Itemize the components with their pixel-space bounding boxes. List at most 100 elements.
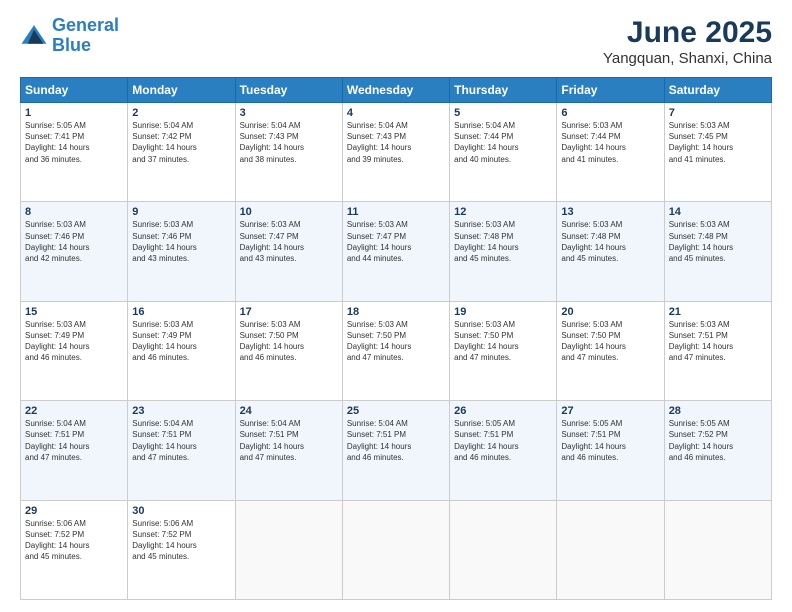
day-cell: 8Sunrise: 5:03 AMSunset: 7:46 PMDaylight… [21, 202, 128, 301]
main-title: June 2025 [603, 16, 772, 50]
day-cell: 25Sunrise: 5:04 AMSunset: 7:51 PMDayligh… [342, 401, 449, 500]
day-number: 1 [25, 107, 123, 119]
day-info: Sunrise: 5:03 AMSunset: 7:48 PMDaylight:… [669, 219, 767, 264]
day-number: 27 [561, 405, 659, 417]
day-cell [557, 500, 664, 599]
day-number: 21 [669, 306, 767, 318]
day-cell: 29Sunrise: 5:06 AMSunset: 7:52 PMDayligh… [21, 500, 128, 599]
day-number: 30 [132, 505, 230, 517]
day-cell: 3Sunrise: 5:04 AMSunset: 7:43 PMDaylight… [235, 103, 342, 202]
day-cell [450, 500, 557, 599]
day-cell: 2Sunrise: 5:04 AMSunset: 7:42 PMDaylight… [128, 103, 235, 202]
day-info: Sunrise: 5:05 AMSunset: 7:52 PMDaylight:… [669, 418, 767, 463]
day-cell: 11Sunrise: 5:03 AMSunset: 7:47 PMDayligh… [342, 202, 449, 301]
day-info: Sunrise: 5:04 AMSunset: 7:44 PMDaylight:… [454, 120, 552, 165]
day-number: 26 [454, 405, 552, 417]
day-number: 2 [132, 107, 230, 119]
day-info: Sunrise: 5:03 AMSunset: 7:47 PMDaylight:… [240, 219, 338, 264]
day-number: 12 [454, 206, 552, 218]
day-number: 10 [240, 206, 338, 218]
day-info: Sunrise: 5:04 AMSunset: 7:43 PMDaylight:… [240, 120, 338, 165]
day-number: 7 [669, 107, 767, 119]
day-info: Sunrise: 5:03 AMSunset: 7:50 PMDaylight:… [454, 319, 552, 364]
day-info: Sunrise: 5:04 AMSunset: 7:51 PMDaylight:… [25, 418, 123, 463]
day-cell: 19Sunrise: 5:03 AMSunset: 7:50 PMDayligh… [450, 301, 557, 400]
day-number: 16 [132, 306, 230, 318]
day-info: Sunrise: 5:03 AMSunset: 7:50 PMDaylight:… [561, 319, 659, 364]
day-cell: 30Sunrise: 5:06 AMSunset: 7:52 PMDayligh… [128, 500, 235, 599]
logo: GeneralBlue [20, 16, 119, 56]
day-cell: 7Sunrise: 5:03 AMSunset: 7:45 PMDaylight… [664, 103, 771, 202]
day-cell: 22Sunrise: 5:04 AMSunset: 7:51 PMDayligh… [21, 401, 128, 500]
day-number: 11 [347, 206, 445, 218]
col-wednesday: Wednesday [342, 78, 449, 103]
day-cell: 26Sunrise: 5:05 AMSunset: 7:51 PMDayligh… [450, 401, 557, 500]
page: GeneralBlue June 2025 Yangquan, Shanxi, … [0, 0, 792, 612]
day-number: 24 [240, 405, 338, 417]
header-row: Sunday Monday Tuesday Wednesday Thursday… [21, 78, 772, 103]
title-block: June 2025 Yangquan, Shanxi, China [603, 16, 772, 67]
day-cell: 27Sunrise: 5:05 AMSunset: 7:51 PMDayligh… [557, 401, 664, 500]
col-sunday: Sunday [21, 78, 128, 103]
day-cell [235, 500, 342, 599]
day-info: Sunrise: 5:06 AMSunset: 7:52 PMDaylight:… [25, 518, 123, 563]
day-number: 13 [561, 206, 659, 218]
week-row-5: 29Sunrise: 5:06 AMSunset: 7:52 PMDayligh… [21, 500, 772, 599]
day-cell: 15Sunrise: 5:03 AMSunset: 7:49 PMDayligh… [21, 301, 128, 400]
day-cell: 1Sunrise: 5:05 AMSunset: 7:41 PMDaylight… [21, 103, 128, 202]
day-info: Sunrise: 5:04 AMSunset: 7:42 PMDaylight:… [132, 120, 230, 165]
day-number: 18 [347, 306, 445, 318]
day-number: 8 [25, 206, 123, 218]
day-cell: 6Sunrise: 5:03 AMSunset: 7:44 PMDaylight… [557, 103, 664, 202]
week-row-4: 22Sunrise: 5:04 AMSunset: 7:51 PMDayligh… [21, 401, 772, 500]
day-info: Sunrise: 5:03 AMSunset: 7:50 PMDaylight:… [347, 319, 445, 364]
day-number: 20 [561, 306, 659, 318]
day-number: 14 [669, 206, 767, 218]
day-number: 25 [347, 405, 445, 417]
day-number: 9 [132, 206, 230, 218]
day-cell: 4Sunrise: 5:04 AMSunset: 7:43 PMDaylight… [342, 103, 449, 202]
day-cell: 16Sunrise: 5:03 AMSunset: 7:49 PMDayligh… [128, 301, 235, 400]
day-cell: 23Sunrise: 5:04 AMSunset: 7:51 PMDayligh… [128, 401, 235, 500]
day-cell: 17Sunrise: 5:03 AMSunset: 7:50 PMDayligh… [235, 301, 342, 400]
day-info: Sunrise: 5:03 AMSunset: 7:44 PMDaylight:… [561, 120, 659, 165]
week-row-2: 8 Sunrise: 5:03 AMSunset: 7:46 PMDaylight… [21, 202, 772, 301]
week-row-1: 1Sunrise: 5:05 AMSunset: 7:41 PMDaylight… [21, 103, 772, 202]
header: GeneralBlue June 2025 Yangquan, Shanxi, … [20, 16, 772, 67]
logo-icon [20, 22, 48, 50]
day-info: Sunrise: 5:03 AMSunset: 7:49 PMDaylight:… [132, 319, 230, 364]
day-info: Sunrise: 5:03 AMSunset: 7:47 PMDaylight:… [347, 219, 445, 264]
day-number: 22 [25, 405, 123, 417]
day-info: Sunrise: 5:03 AMSunset: 7:48 PMDaylight:… [561, 219, 659, 264]
day-info: Sunrise: 5:03 AMSunset: 7:46 PMDaylight:… [132, 219, 230, 264]
day-cell: 5Sunrise: 5:04 AMSunset: 7:44 PMDaylight… [450, 103, 557, 202]
day-number: 29 [25, 505, 123, 517]
day-cell: 21Sunrise: 5:03 AMSunset: 7:51 PMDayligh… [664, 301, 771, 400]
day-info: Sunrise: 5:05 AMSunset: 7:41 PMDaylight:… [25, 120, 123, 165]
week-row-3: 15Sunrise: 5:03 AMSunset: 7:49 PMDayligh… [21, 301, 772, 400]
day-info: Sunrise: 5:05 AMSunset: 7:51 PMDaylight:… [454, 418, 552, 463]
day-info: Sunrise: 5:03 AMSunset: 7:51 PMDaylight:… [669, 319, 767, 364]
day-cell [664, 500, 771, 599]
col-tuesday: Tuesday [235, 78, 342, 103]
day-cell: 14Sunrise: 5:03 AMSunset: 7:48 PMDayligh… [664, 202, 771, 301]
day-info: Sunrise: 5:03 AMSunset: 7:50 PMDaylight:… [240, 319, 338, 364]
day-cell [342, 500, 449, 599]
logo-text: GeneralBlue [52, 16, 119, 56]
day-info: Sunrise: 5:03 AMSunset: 7:49 PMDaylight:… [25, 319, 123, 364]
day-cell: 12Sunrise: 5:03 AMSunset: 7:48 PMDayligh… [450, 202, 557, 301]
day-info: Sunrise: 5:04 AMSunset: 7:51 PMDaylight:… [132, 418, 230, 463]
day-info: Sunrise: 5:05 AMSunset: 7:51 PMDaylight:… [561, 418, 659, 463]
day-info: Sunrise: 5:04 AMSunset: 7:51 PMDaylight:… [240, 418, 338, 463]
day-number: 6 [561, 107, 659, 119]
day-number: 4 [347, 107, 445, 119]
day-cell: 10Sunrise: 5:03 AMSunset: 7:47 PMDayligh… [235, 202, 342, 301]
calendar-table: Sunday Monday Tuesday Wednesday Thursday… [20, 77, 772, 600]
day-number: 17 [240, 306, 338, 318]
day-cell: 28Sunrise: 5:05 AMSunset: 7:52 PMDayligh… [664, 401, 771, 500]
day-number: 28 [669, 405, 767, 417]
day-cell: 9Sunrise: 5:03 AMSunset: 7:46 PMDaylight… [128, 202, 235, 301]
day-info: Sunrise: 5:03 AMSunset: 7:45 PMDaylight:… [669, 120, 767, 165]
day-cell: 20Sunrise: 5:03 AMSunset: 7:50 PMDayligh… [557, 301, 664, 400]
day-cell: 13Sunrise: 5:03 AMSunset: 7:48 PMDayligh… [557, 202, 664, 301]
